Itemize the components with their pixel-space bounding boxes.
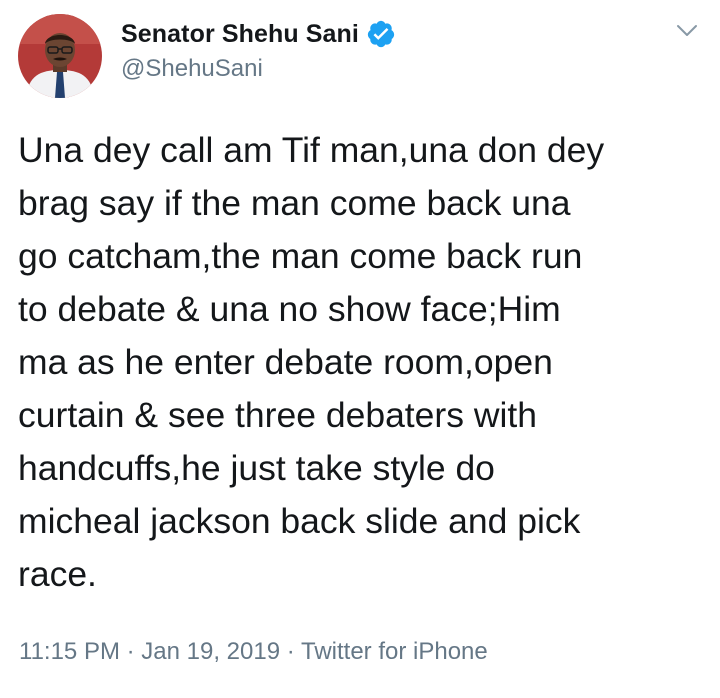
- author-name-row: Senator Shehu Sani: [121, 17, 396, 51]
- tweet-date[interactable]: Jan 19, 2019: [141, 638, 280, 665]
- meta-separator: ·: [119, 638, 142, 665]
- tweet-time[interactable]: 11:15 PM: [19, 638, 120, 665]
- tweet-source[interactable]: Twitter for iPhone: [301, 638, 488, 665]
- chevron-down-icon[interactable]: [676, 24, 698, 38]
- verified-badge-icon: [366, 19, 396, 49]
- tweet-text: Una dey call am Tif man,una don dey brag…: [18, 130, 605, 594]
- author-display-name[interactable]: Senator Shehu Sani: [121, 20, 359, 49]
- author-handle[interactable]: @ShehuSani: [121, 55, 263, 83]
- avatar[interactable]: [18, 14, 102, 98]
- tweet-meta: 11:15 PM · Jan 19, 2019 · Twitter for iP…: [19, 638, 488, 666]
- meta-separator: ·: [280, 638, 301, 665]
- avatar-image: [18, 14, 102, 98]
